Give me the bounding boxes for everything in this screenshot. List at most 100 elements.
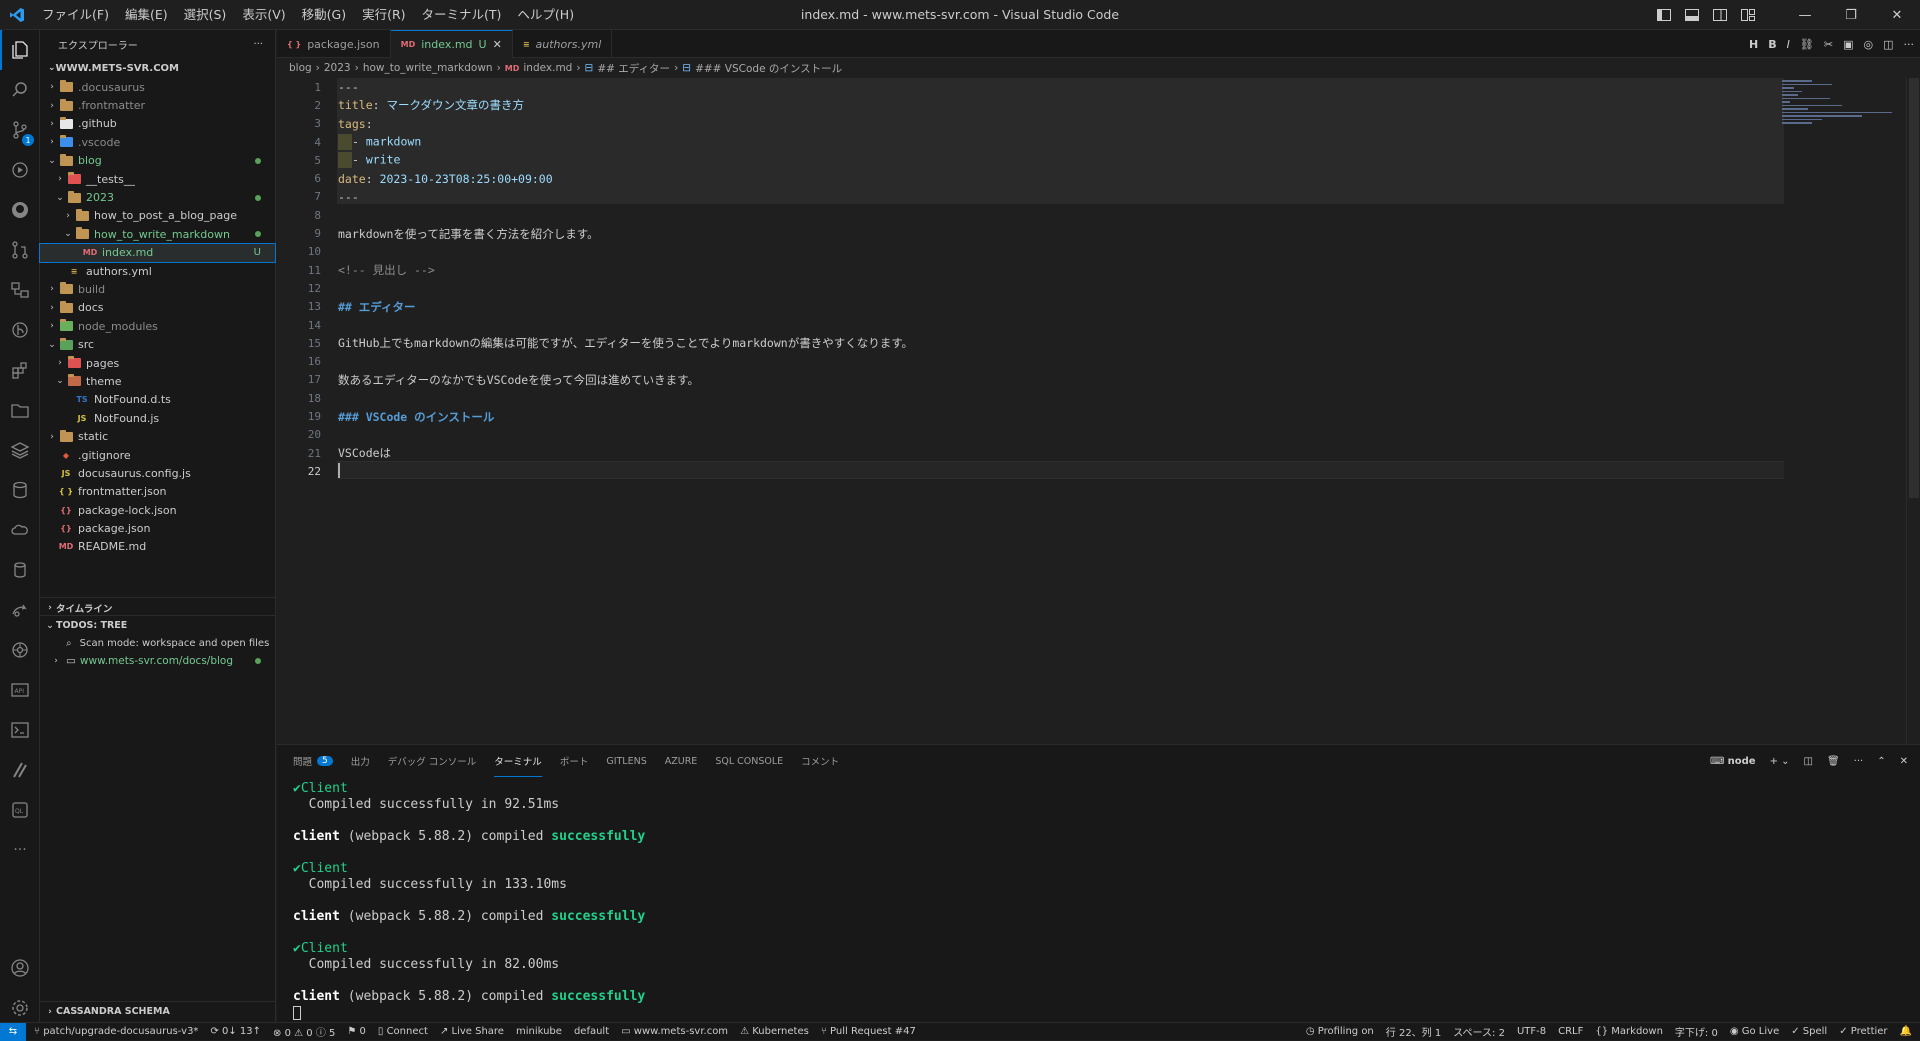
char-count-status[interactable]: 字下げ: 0 xyxy=(1675,1024,1718,1039)
slash-tool-icon[interactable] xyxy=(0,750,40,790)
tab-output[interactable]: 出力 xyxy=(351,745,370,777)
code-line[interactable]: 3 tags: xyxy=(277,115,1784,133)
timeline-section[interactable]: › タイムライン xyxy=(40,597,275,617)
layers-icon[interactable] xyxy=(0,430,40,470)
extensions-icon[interactable] xyxy=(0,350,40,390)
api-icon[interactable]: API xyxy=(0,670,40,710)
todos-scan-mode[interactable]: ⌕ Scan mode: workspace and open files xyxy=(40,634,275,652)
tree-item[interactable]: MD index.md U xyxy=(39,242,276,263)
italic-icon[interactable]: I xyxy=(1787,38,1790,51)
maximize-panel-icon[interactable]: ⌃ xyxy=(1877,756,1885,767)
close-tab-icon[interactable]: ✕ xyxy=(493,38,502,51)
close-window-button[interactable]: ✕ xyxy=(1874,8,1920,23)
tab-problems[interactable]: 問題 5 xyxy=(293,745,333,777)
bell-icon[interactable]: 🔔 xyxy=(1900,1026,1912,1037)
database-icon[interactable] xyxy=(0,470,40,510)
language-mode[interactable]: {} Markdown xyxy=(1595,1026,1663,1037)
close-panel-icon[interactable]: ✕ xyxy=(1900,756,1908,767)
menu-selection[interactable]: 選択(S) xyxy=(176,0,235,30)
live-share-icon[interactable] xyxy=(0,590,40,630)
source-control-icon[interactable]: 1 xyxy=(0,110,40,150)
remote-indicator-icon[interactable]: ⇆ xyxy=(0,1022,26,1041)
accounts-icon[interactable] xyxy=(0,948,40,988)
restore-button[interactable]: ❐ xyxy=(1828,8,1874,23)
tab-comments[interactable]: コメント xyxy=(801,745,839,777)
more-actions-icon[interactable]: ··· xyxy=(1854,756,1864,767)
tab-azure[interactable]: AZURE xyxy=(665,745,698,777)
breadcrumb-item[interactable]: index.md xyxy=(523,62,572,74)
tree-item[interactable]: {} package.json xyxy=(40,519,275,537)
kubernetes-status[interactable]: ⚠ Kubernetes xyxy=(740,1026,809,1037)
heading-icon[interactable]: H xyxy=(1749,38,1758,51)
code-line[interactable]: 4 - markdown xyxy=(277,133,1784,151)
tab-sql-console[interactable]: SQL CONSOLE xyxy=(715,745,783,777)
encoding-status[interactable]: UTF-8 xyxy=(1517,1026,1546,1037)
code-line[interactable]: 17 数あるエディターのなかでもVSCodeを使って今回は進めていきます。 xyxy=(277,371,1784,389)
toggle-sidebar-icon[interactable] xyxy=(1650,9,1678,21)
more-actions-icon[interactable]: ··· xyxy=(1904,38,1915,51)
toggle-secondary-sidebar-icon[interactable] xyxy=(1706,9,1734,21)
new-terminal-icon[interactable]: + ⌄ xyxy=(1770,756,1790,767)
preview-icon[interactable]: ◎ xyxy=(1863,38,1873,51)
code-line[interactable]: 15 GitHub上でもmarkdownの編集は可能ですが、エディターを使うことで… xyxy=(277,334,1784,352)
code-line[interactable]: 22 xyxy=(277,462,1784,480)
breadcrumb-item[interactable]: how_to_write_markdown xyxy=(363,62,493,74)
git-branch[interactable]: ⑂ patch/upgrade-docusaurus-v3* xyxy=(34,1026,198,1037)
more-icon[interactable]: ··· xyxy=(0,830,40,870)
problems-status[interactable]: ⊗ 0 ⚠ 0 ⓘ 5 xyxy=(273,1024,335,1039)
code-line[interactable]: 5 - write xyxy=(277,151,1784,169)
code-line[interactable]: 11 <!-- 見出し --> xyxy=(277,261,1784,279)
menu-help[interactable]: ヘルプ(H) xyxy=(509,0,582,30)
go-live-status[interactable]: ◉ Go Live xyxy=(1730,1026,1779,1037)
explorer-icon[interactable] xyxy=(0,30,40,70)
code-line[interactable]: 9 markdownを使って記事を書く方法を紹介します。 xyxy=(277,224,1784,242)
cursor-position[interactable]: 行 22、列 1 xyxy=(1386,1024,1441,1039)
connect-status[interactable]: ▯ Connect xyxy=(378,1026,428,1037)
ports-status[interactable]: ⚑ 0 xyxy=(347,1026,366,1037)
prettier-status[interactable]: ✓ Prettier xyxy=(1839,1026,1887,1037)
code-line[interactable]: 18 xyxy=(277,389,1784,407)
tab-package-json[interactable]: { } package.json xyxy=(277,30,391,58)
menu-run[interactable]: 実行(R) xyxy=(354,0,413,30)
tab-authors-yml[interactable]: ≡ authors.yml xyxy=(513,30,613,58)
tab-terminal[interactable]: ターミナル xyxy=(494,745,542,777)
tree-item[interactable]: › __tests__ xyxy=(40,170,275,188)
tree-item[interactable]: › build xyxy=(40,280,275,298)
trash-icon[interactable]: 🗑 xyxy=(1827,756,1840,767)
pull-requests-icon[interactable] xyxy=(0,230,40,270)
split-terminal-icon[interactable]: ◫ xyxy=(1804,756,1813,767)
host-status[interactable]: ▭ www.mets-svr.com xyxy=(621,1026,728,1037)
editor-scrollbar[interactable] xyxy=(1906,78,1920,744)
tab-ports[interactable]: ポート xyxy=(560,745,589,777)
terminal-output[interactable]: ✔Client Compiled successfully in 92.51ms… xyxy=(293,781,645,1021)
image-icon[interactable]: ▣ xyxy=(1843,38,1853,51)
code-line[interactable]: 13 ## エディター xyxy=(277,298,1784,316)
tree-item[interactable]: › .github xyxy=(40,115,275,133)
tree-item[interactable]: › static xyxy=(40,427,275,445)
terminal-icon[interactable] xyxy=(0,710,40,750)
code-line[interactable]: 1 --- xyxy=(277,78,1784,96)
terminal-selector[interactable]: ⌨ node xyxy=(1710,756,1756,767)
tree-item[interactable]: › .vscode xyxy=(40,133,275,151)
tree-item[interactable]: › node_modules xyxy=(40,317,275,335)
tree-item[interactable]: ⌄ theme xyxy=(40,372,275,390)
menu-terminal[interactable]: ターミナル(T) xyxy=(414,0,510,30)
code-line[interactable]: 7 --- xyxy=(277,188,1784,206)
todos-section[interactable]: ⌄ TODOS: TREE xyxy=(40,615,275,635)
graphql-icon[interactable]: QL xyxy=(0,790,40,830)
tree-item[interactable]: ⌄ blog xyxy=(40,152,275,170)
tree-item[interactable]: TS NotFound.d.ts xyxy=(40,391,275,409)
cloud-icon[interactable] xyxy=(0,510,40,550)
cylinder-icon[interactable] xyxy=(0,550,40,590)
remote-explorer-icon[interactable] xyxy=(0,270,40,310)
code-line[interactable]: 14 xyxy=(277,316,1784,334)
tab-debug-console[interactable]: デバッグ コンソール xyxy=(388,745,477,777)
live-share-status[interactable]: ↗ Live Share xyxy=(440,1026,504,1037)
tree-item[interactable]: JS docusaurus.config.js xyxy=(40,464,275,482)
menu-edit[interactable]: 編集(E) xyxy=(117,0,176,30)
search-icon[interactable] xyxy=(0,70,40,110)
code-line[interactable]: 16 xyxy=(277,353,1784,371)
project-manager-icon[interactable] xyxy=(0,390,40,430)
workspace-root[interactable]: ⌄ WWW.METS-SVR.COM xyxy=(40,58,275,78)
tree-item[interactable]: {} package-lock.json xyxy=(40,501,275,519)
